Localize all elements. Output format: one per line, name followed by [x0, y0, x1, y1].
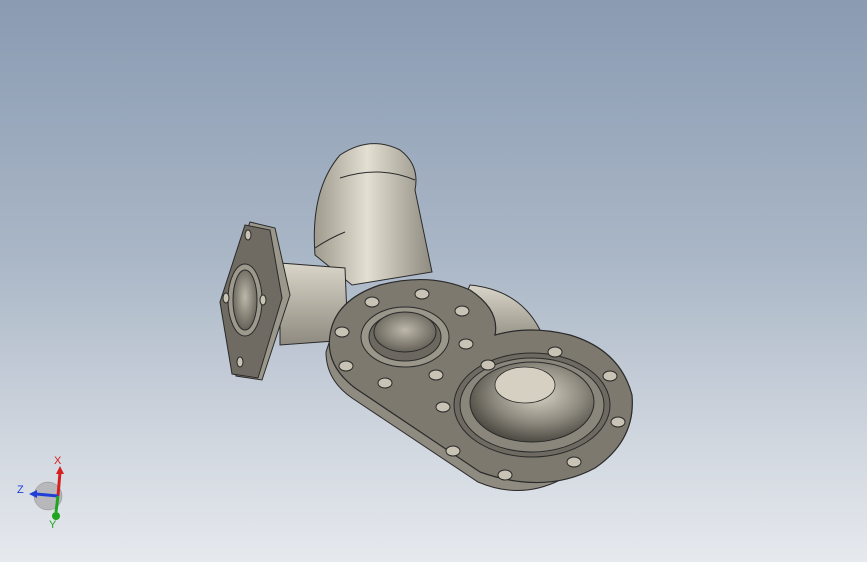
orientation-triad[interactable]: X Z Y — [12, 450, 82, 530]
pipe-assembly-model[interactable] — [0, 0, 867, 562]
vertical-pipe — [313, 143, 433, 286]
y-axis-label: Y — [49, 519, 57, 530]
x-axis-label: X — [54, 455, 62, 467]
main-flange — [325, 278, 633, 491]
graphics-viewport[interactable]: X Z Y — [0, 0, 867, 562]
left-flange — [219, 221, 291, 381]
z-axis-label: Z — [17, 484, 24, 496]
